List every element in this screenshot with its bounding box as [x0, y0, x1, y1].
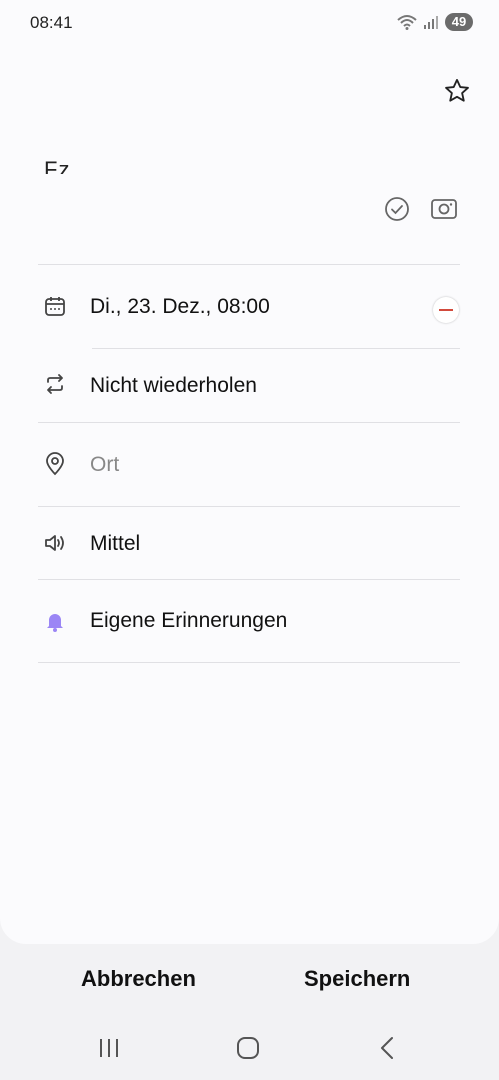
home-icon[interactable]	[235, 1035, 261, 1061]
recent-apps-icon[interactable]	[97, 1035, 121, 1061]
divider	[92, 348, 460, 349]
divider	[38, 579, 460, 580]
speaker-icon	[43, 532, 67, 554]
save-button[interactable]: Speichern	[304, 966, 410, 992]
image-icon[interactable]	[430, 196, 458, 222]
location-pin-icon	[44, 452, 66, 476]
status-icons: 49	[397, 13, 473, 31]
event-editor-card	[0, 0, 499, 944]
event-title[interactable]: Fz	[44, 150, 164, 174]
divider	[38, 264, 460, 265]
divider	[38, 662, 460, 663]
remove-date-button[interactable]	[433, 297, 459, 323]
star-icon[interactable]	[443, 77, 471, 105]
battery-indicator: 49	[445, 13, 473, 31]
status-time: 08:41	[30, 13, 73, 32]
calendar-icon	[44, 295, 66, 317]
cancel-button[interactable]: Abbrechen	[81, 966, 196, 992]
bell-icon	[44, 610, 66, 632]
location-field[interactable]: Ort	[90, 453, 119, 477]
repeat-icon	[44, 373, 66, 395]
divider	[38, 506, 460, 507]
date-time-field[interactable]: Di., 23. Dez., 08:00	[90, 295, 270, 319]
divider	[38, 422, 460, 423]
wifi-icon	[397, 14, 417, 30]
status-bar: 08:41 49	[0, 0, 499, 46]
back-icon[interactable]	[376, 1035, 398, 1061]
repeat-field[interactable]: Nicht wiederholen	[90, 374, 257, 398]
sound-field[interactable]: Mittel	[90, 532, 140, 556]
check-circle-icon[interactable]	[384, 196, 410, 222]
signal-icon	[423, 15, 439, 29]
reminders-field[interactable]: Eigene Erinnerungen	[90, 609, 287, 633]
